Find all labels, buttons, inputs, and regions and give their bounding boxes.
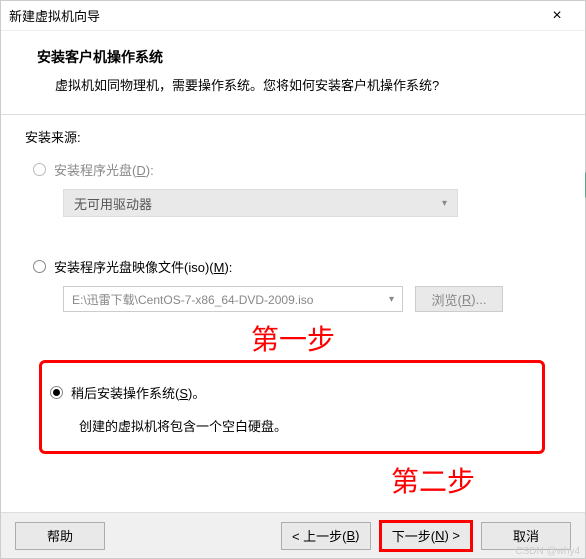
header-subtitle: 虚拟机如同物理机，需要操作系统。您将如何安装客户机操作系统? (55, 75, 549, 94)
iso-row: E:\迅雷下载\CentOS-7-x86_64-DVD-2009.iso ▾ 浏… (63, 286, 561, 312)
titlebar: 新建虚拟机向导 × (1, 1, 585, 31)
radio-disc (33, 163, 46, 176)
header: 安装客户机操作系统 虚拟机如同物理机，需要操作系统。您将如何安装客户机操作系统? (1, 31, 585, 115)
option-iso-label: 安装程序光盘映像文件(iso)(M): (54, 257, 232, 276)
chevron-down-icon: ▾ (389, 294, 394, 305)
option-install-later[interactable]: 稍后安装操作系统(S)。 (50, 383, 532, 402)
source-label: 安装来源: (25, 127, 561, 146)
annotation-box-step1: 稍后安装操作系统(S)。 创建的虚拟机将包含一个空白硬盘。 (39, 360, 545, 454)
wizard-dialog: 新建虚拟机向导 × 安装客户机操作系统 虚拟机如同物理机，需要操作系统。您将如何… (0, 0, 586, 559)
drive-combo: 无可用驱动器 ▾ (63, 189, 458, 217)
watermark: CSDN @why4 (515, 546, 580, 557)
radio-iso[interactable] (33, 260, 46, 273)
close-icon[interactable]: × (537, 7, 577, 25)
header-title: 安装客户机操作系统 (37, 47, 549, 67)
next-button[interactable]: 下一步(N) > (379, 520, 473, 552)
annotation-step2-row: 第二步 (25, 460, 561, 500)
chevron-down-icon: ▾ (442, 198, 447, 209)
back-button[interactable]: < 上一步(B) (281, 522, 371, 550)
radio-later[interactable] (50, 386, 63, 399)
radio-dot-icon (53, 389, 60, 396)
content: 安装来源: 安装程序光盘(D): 无可用驱动器 ▾ 安装程序光盘映像文件(iso… (1, 115, 585, 510)
annotation-step1: 第一步 (25, 318, 561, 358)
option-installer-disc: 安装程序光盘(D): (33, 160, 561, 179)
option-iso-file[interactable]: 安装程序光盘映像文件(iso)(M): (33, 257, 561, 276)
browse-button: 浏览(R)... (415, 286, 503, 312)
option-later-label: 稍后安装操作系统(S)。 (71, 383, 205, 402)
iso-path-combo[interactable]: E:\迅雷下载\CentOS-7-x86_64-DVD-2009.iso ▾ (63, 286, 403, 312)
window-title: 新建虚拟机向导 (9, 6, 537, 25)
help-button[interactable]: 帮助 (15, 522, 105, 550)
annotation-step2: 第二步 (391, 460, 475, 500)
iso-path-text: E:\迅雷下载\CentOS-7-x86_64-DVD-2009.iso (72, 291, 313, 308)
option-later-description: 创建的虚拟机将包含一个空白硬盘。 (79, 416, 532, 435)
option-disc-label: 安装程序光盘(D): (54, 160, 154, 179)
footer: 帮助 < 上一步(B) 下一步(N) > 取消 (1, 512, 585, 558)
drive-combo-text: 无可用驱动器 (74, 194, 152, 213)
